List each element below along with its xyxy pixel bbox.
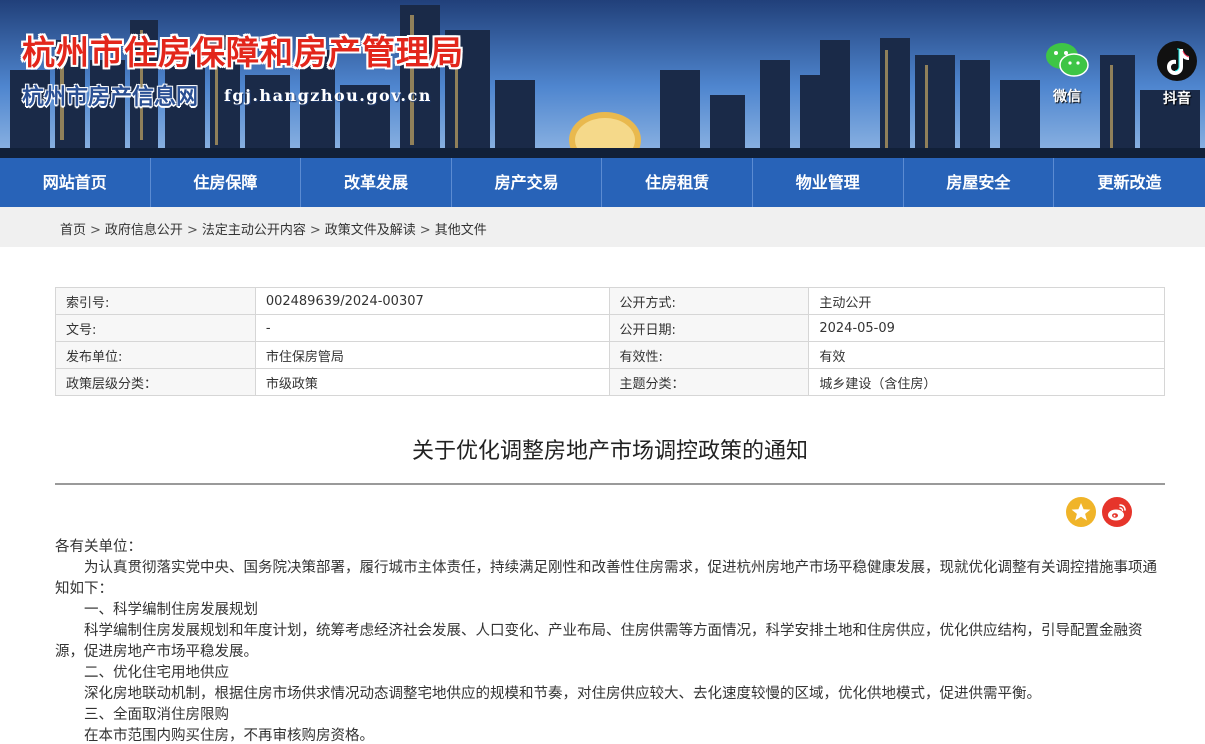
- title-divider: [55, 483, 1165, 485]
- tiktok-button[interactable]: 抖音: [1153, 40, 1201, 108]
- table-row: 文号: - 公开日期: 2024-05-09: [55, 314, 1165, 342]
- paragraph: 为认真贯彻落实党中央、国务院决策部署，履行城市主体责任，持续满足刚性和改善性住房…: [55, 560, 1157, 597]
- info-key: 公开日期:: [608, 314, 810, 342]
- breadcrumb-separator: >: [90, 223, 101, 238]
- breadcrumb-statutory[interactable]: 法定主动公开内容: [202, 223, 306, 238]
- section-heading: 三、全面取消住房限购: [84, 707, 229, 723]
- info-key: 文号:: [55, 314, 256, 342]
- info-value: 主动公开: [808, 287, 1165, 315]
- paragraph: 在本市范围内购买住房，不再审核购房资格。: [84, 728, 374, 744]
- info-key: 公开方式:: [608, 287, 810, 315]
- info-value: 002489639/2024-00307: [254, 287, 610, 315]
- nav-item-renewal[interactable]: 更新改造: [1054, 158, 1205, 207]
- breadcrumb-separator: >: [309, 223, 321, 238]
- site-subtitle: 杭州市房产信息网: [22, 84, 199, 110]
- info-key: 主题分类：: [608, 368, 810, 396]
- document-body: 各有关单位： 为认真贯彻落实党中央、国务院决策部署，履行城市主体责任，持续满足刚…: [55, 537, 1165, 744]
- breadcrumb-other[interactable]: 其他文件: [435, 223, 487, 238]
- info-value: 市住保房管局: [254, 341, 610, 369]
- nav-item-housing-security[interactable]: 住房保障: [151, 158, 302, 207]
- wechat-button[interactable]: 微信: [1043, 40, 1091, 106]
- nav-item-property-trade[interactable]: 房产交易: [452, 158, 603, 207]
- nav-item-reform[interactable]: 改革发展: [301, 158, 452, 207]
- info-value: 2024-05-09: [808, 314, 1165, 342]
- breadcrumb-policy[interactable]: 政策文件及解读: [325, 223, 416, 238]
- info-value: 有效: [808, 341, 1165, 369]
- info-key: 索引号:: [55, 287, 256, 315]
- tiktok-label: 抖音: [1163, 91, 1191, 107]
- wechat-icon: [1046, 43, 1089, 77]
- table-row: 政策层级分类： 市级政策 主题分类： 城乡建设（含住房）: [55, 368, 1165, 396]
- star-share-icon: [1071, 503, 1091, 521]
- table-row: 发布单位: 市住保房管局 有效性: 有效: [55, 341, 1165, 369]
- nav-item-house-safety[interactable]: 房屋安全: [904, 158, 1055, 207]
- section-heading: 一、科学编制住房发展规划: [84, 602, 258, 618]
- breadcrumb-separator: >: [419, 223, 431, 238]
- nav-item-property-management[interactable]: 物业管理: [753, 158, 904, 207]
- weibo-icon: [1108, 504, 1126, 521]
- breadcrumb: 首页 > 政府信息公开 > 法定主动公开内容 > 政策文件及解读 > 其他文件: [60, 219, 487, 238]
- info-value: 市级政策: [254, 368, 610, 396]
- breadcrumb-gov-info[interactable]: 政府信息公开: [105, 223, 183, 238]
- main-nav: 网站首页 住房保障 改革发展 房产交易 住房租赁 物业管理 房屋安全 更新改造: [0, 158, 1205, 207]
- section-heading: 二、优化住宅用地供应: [84, 665, 229, 681]
- document-info-table: 索引号: 002489639/2024-00307 公开方式: 主动公开 文号:…: [55, 287, 1165, 396]
- wechat-label: 微信: [1053, 89, 1081, 105]
- info-key: 发布单位:: [55, 341, 256, 369]
- salutation: 各有关单位：: [55, 539, 142, 555]
- site-banner: 杭州市住房保障和房产管理局 杭州市房产信息网 fgj.hangzhou.gov.…: [0, 0, 1205, 158]
- info-key: 有效性:: [608, 341, 810, 369]
- breadcrumb-home[interactable]: 首页: [60, 223, 86, 238]
- nav-item-rental[interactable]: 住房租赁: [602, 158, 753, 207]
- info-value: 城乡建设（含住房）: [808, 368, 1165, 396]
- nav-item-home[interactable]: 网站首页: [0, 158, 151, 207]
- paragraph: 深化房地联动机制，根据住房市场供求情况动态调整宅地供应的规模和节奏，对住房供应较…: [84, 686, 1041, 702]
- tiktok-icon: [1157, 41, 1197, 81]
- document-title: 关于优化调整房地产市场调控政策的通知: [411, 439, 808, 464]
- site-url[interactable]: fgj.hangzhou.gov.cn: [224, 86, 432, 105]
- share-favorite-button[interactable]: [1066, 497, 1096, 527]
- breadcrumb-bar: 首页 > 政府信息公开 > 法定主动公开内容 > 政策文件及解读 > 其他文件: [0, 207, 1205, 247]
- site-title: 杭州市住房保障和房产管理局: [22, 33, 464, 72]
- share-weibo-button[interactable]: [1102, 497, 1132, 527]
- info-value: -: [254, 314, 610, 342]
- paragraph: 科学编制住房发展规划和年度计划，统筹考虑经济社会发展、人口变化、产业布局、住房供…: [55, 623, 1143, 660]
- breadcrumb-separator: >: [186, 223, 198, 238]
- info-key: 政策层级分类：: [55, 368, 256, 396]
- table-row: 索引号: 002489639/2024-00307 公开方式: 主动公开: [55, 287, 1165, 315]
